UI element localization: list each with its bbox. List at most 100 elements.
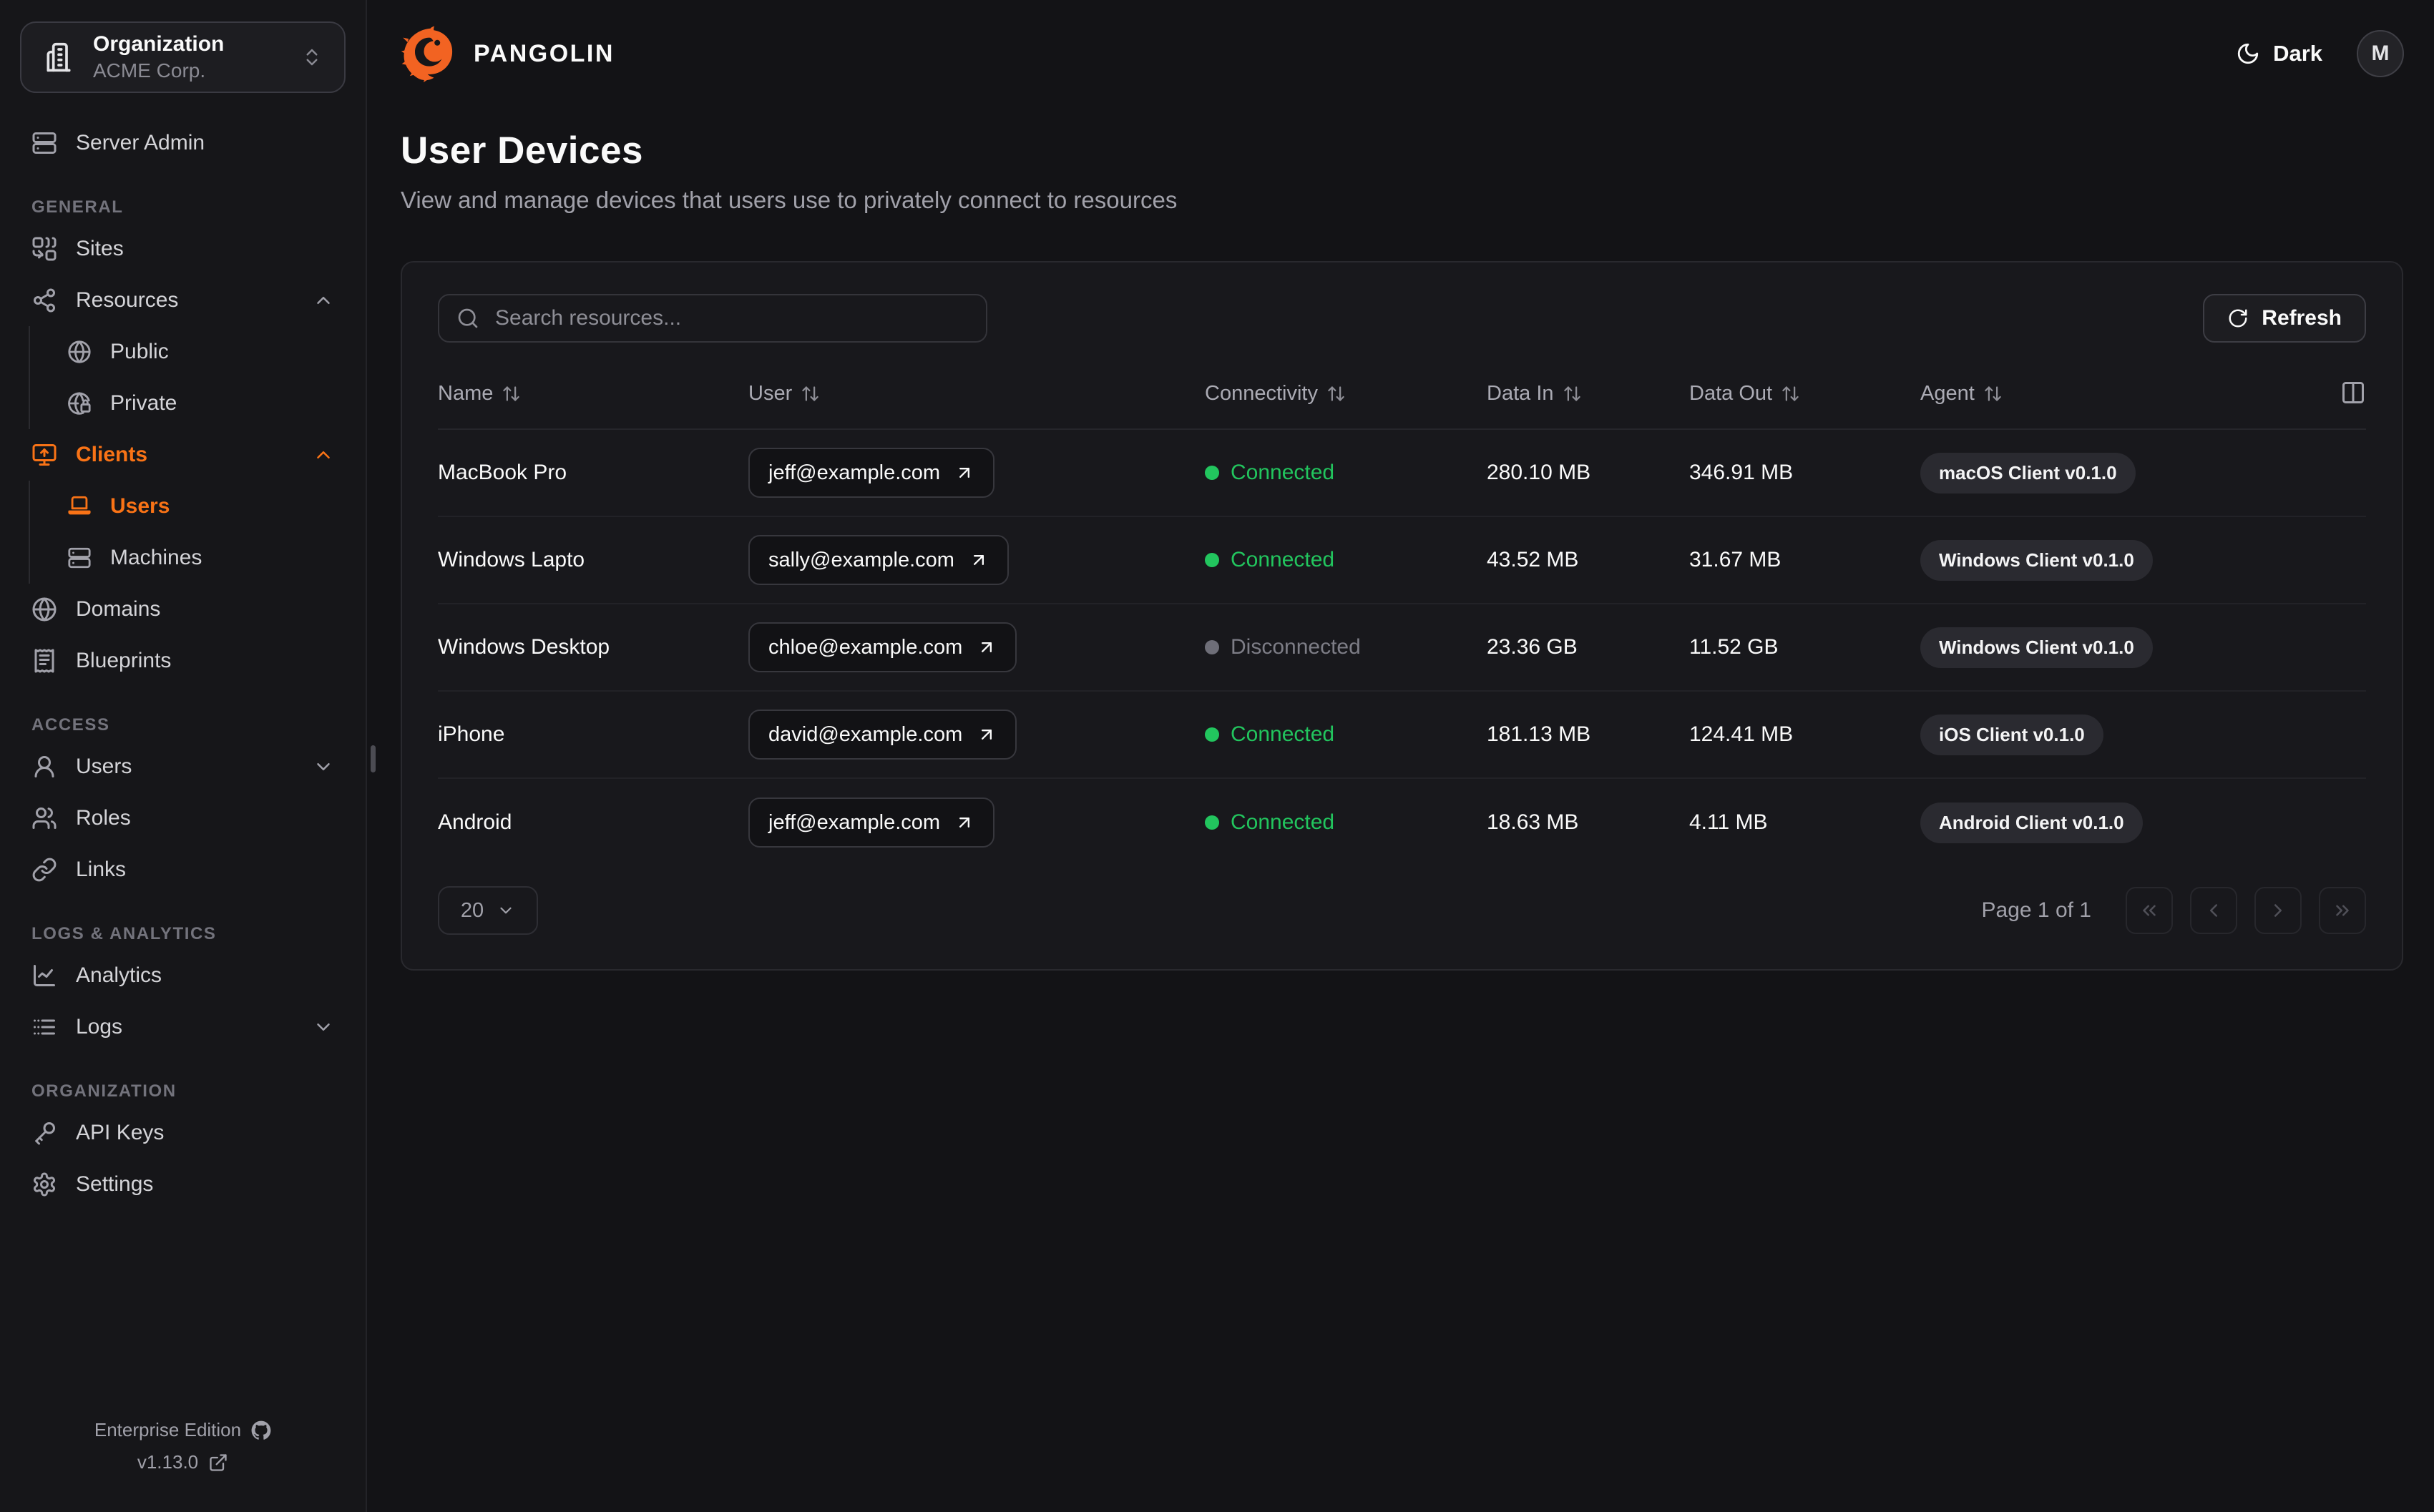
theme-toggle-button[interactable]: Dark	[2232, 40, 2327, 67]
table-body: MacBook Pro jeff@example.com Connected 2…	[438, 430, 2366, 866]
sidebar-item-machines[interactable]: Machines	[56, 532, 346, 584]
column-header-agent: Agent	[1920, 380, 2366, 408]
section-label-general: GENERAL	[31, 197, 124, 217]
brand[interactable]: PANGOLIN	[401, 25, 615, 82]
sidebar-item-label: Server Admin	[76, 131, 205, 154]
device-name: Windows Lapto	[438, 548, 585, 571]
status-dot	[1205, 553, 1219, 567]
previous-page-button[interactable]	[2190, 887, 2237, 934]
user-link-button[interactable]: jeff@example.com	[748, 797, 995, 848]
chevron-down-icon	[313, 1016, 334, 1038]
sidebar-item-private[interactable]: Private	[56, 378, 346, 429]
connectivity-status: Connected	[1205, 461, 1487, 485]
sidebar-item-label: Users	[76, 755, 132, 778]
next-page-button[interactable]	[2254, 887, 2302, 934]
refresh-icon	[2227, 308, 2249, 329]
chevrons-up-down-icon	[301, 46, 323, 68]
sidebar-item-settings[interactable]: Settings	[20, 1159, 346, 1210]
sort-icon[interactable]	[1781, 384, 1800, 403]
card-toolbar: Refresh	[438, 294, 2366, 343]
column-header-user: User	[748, 382, 1205, 406]
column-label: Name	[438, 381, 494, 405]
sort-icon[interactable]	[1983, 384, 2003, 403]
sidebar-item-analytics[interactable]: Analytics	[20, 950, 346, 1001]
page-size-select[interactable]: 20	[438, 886, 538, 935]
sidebar-item-public[interactable]: Public	[56, 326, 346, 378]
agent-badge: iOS Client v0.1.0	[1920, 714, 2103, 755]
connectivity-status: Connected	[1205, 810, 1487, 835]
sidebar-resize-handle[interactable]	[371, 745, 376, 772]
chevron-up-icon	[313, 444, 334, 466]
sidebar-item-links[interactable]: Links	[20, 844, 346, 895]
column-label: Data Out	[1689, 381, 1773, 405]
status-label: Disconnected	[1231, 635, 1361, 659]
sort-icon[interactable]	[502, 384, 521, 403]
sidebar-item-label: Machines	[110, 546, 202, 569]
moon-icon	[2236, 41, 2260, 66]
user-link-button[interactable]: chloe@example.com	[748, 622, 1017, 672]
data-out-value: 124.41 MB	[1689, 722, 1794, 746]
page-title: User Devices	[401, 129, 643, 172]
table-row: Windows Desktop chloe@example.com Discon…	[438, 604, 2366, 692]
sort-icon[interactable]	[1563, 384, 1582, 403]
sidebar-item-label: Links	[76, 858, 127, 881]
users-icon	[31, 805, 57, 831]
status-dot	[1205, 640, 1219, 654]
sidebar-item-server-admin[interactable]: Server Admin	[20, 117, 346, 169]
sidebar-item-logs[interactable]: Logs	[20, 1001, 346, 1053]
table-row: iPhone david@example.com Connected 181.1…	[438, 692, 2366, 779]
sidebar-item-sites[interactable]: Sites	[20, 223, 346, 275]
columns-toggle-button[interactable]	[2340, 380, 2366, 408]
chevrons-left-icon	[2139, 900, 2160, 921]
device-name: Windows Desktop	[438, 635, 610, 659]
connectivity-status: Connected	[1205, 722, 1487, 747]
status-label: Connected	[1231, 722, 1335, 746]
version-row[interactable]: v1.13.0	[137, 1451, 228, 1473]
last-page-button[interactable]	[2319, 887, 2366, 934]
sidebar-item-clients[interactable]: Clients	[20, 429, 346, 481]
building-icon	[43, 41, 74, 73]
sidebar-item-users[interactable]: Users	[20, 741, 346, 792]
table-row: MacBook Pro jeff@example.com Connected 2…	[438, 430, 2366, 517]
column-label: Agent	[1920, 381, 1975, 405]
search-input[interactable]	[494, 305, 969, 331]
user-link-button[interactable]: david@example.com	[748, 710, 1017, 760]
first-page-button[interactable]	[2126, 887, 2173, 934]
external-link-icon	[208, 1453, 228, 1473]
sidebar-item-blueprints[interactable]: Blueprints	[20, 635, 346, 687]
user-link-button[interactable]: sally@example.com	[748, 535, 1009, 585]
page-subtitle: View and manage devices that users use t…	[401, 187, 1178, 213]
org-selector-text: Organization ACME Corp.	[93, 32, 283, 82]
org-selector[interactable]: Organization ACME Corp.	[20, 21, 346, 93]
sort-icon[interactable]	[801, 384, 820, 403]
chevron-up-icon	[313, 290, 334, 311]
link-icon	[31, 857, 57, 883]
sidebar-item-resources[interactable]: Resources	[20, 275, 346, 326]
sidebar-item-roles[interactable]: Roles	[20, 792, 346, 844]
combine-icon	[31, 236, 57, 262]
sidebar-item-users-devices[interactable]: Users	[56, 481, 346, 532]
sidebar-item-label: Roles	[76, 806, 131, 830]
status-dot	[1205, 727, 1219, 742]
data-in-value: 18.63 MB	[1487, 810, 1579, 834]
chevron-left-icon	[2203, 900, 2224, 921]
sidebar-footer: Enterprise Edition v1.13.0	[20, 1419, 346, 1481]
avatar[interactable]: M	[2357, 30, 2404, 77]
brand-name: PANGOLIN	[474, 39, 615, 67]
chevron-down-icon	[313, 756, 334, 777]
topbar-right: Dark M	[2232, 30, 2404, 77]
sort-icon[interactable]	[1326, 384, 1346, 403]
sidebar-item-domains[interactable]: Domains	[20, 584, 346, 635]
pagination: Page 1 of 1	[1982, 887, 2366, 934]
agent-badge: Windows Client v0.1.0	[1920, 539, 2153, 581]
sidebar-item-api-keys[interactable]: API Keys	[20, 1107, 346, 1159]
pangolin-logo-icon	[401, 25, 458, 82]
data-out-value: 31.67 MB	[1689, 548, 1781, 571]
agent-badge: Android Client v0.1.0	[1920, 802, 2143, 843]
edition-row[interactable]: Enterprise Edition	[94, 1419, 271, 1441]
arrow-up-right-icon	[977, 725, 997, 745]
user-link-button[interactable]: jeff@example.com	[748, 448, 995, 498]
refresh-button[interactable]: Refresh	[2203, 294, 2366, 343]
edition-label: Enterprise Edition	[94, 1419, 242, 1440]
sidebar-item-label: Public	[110, 340, 169, 363]
